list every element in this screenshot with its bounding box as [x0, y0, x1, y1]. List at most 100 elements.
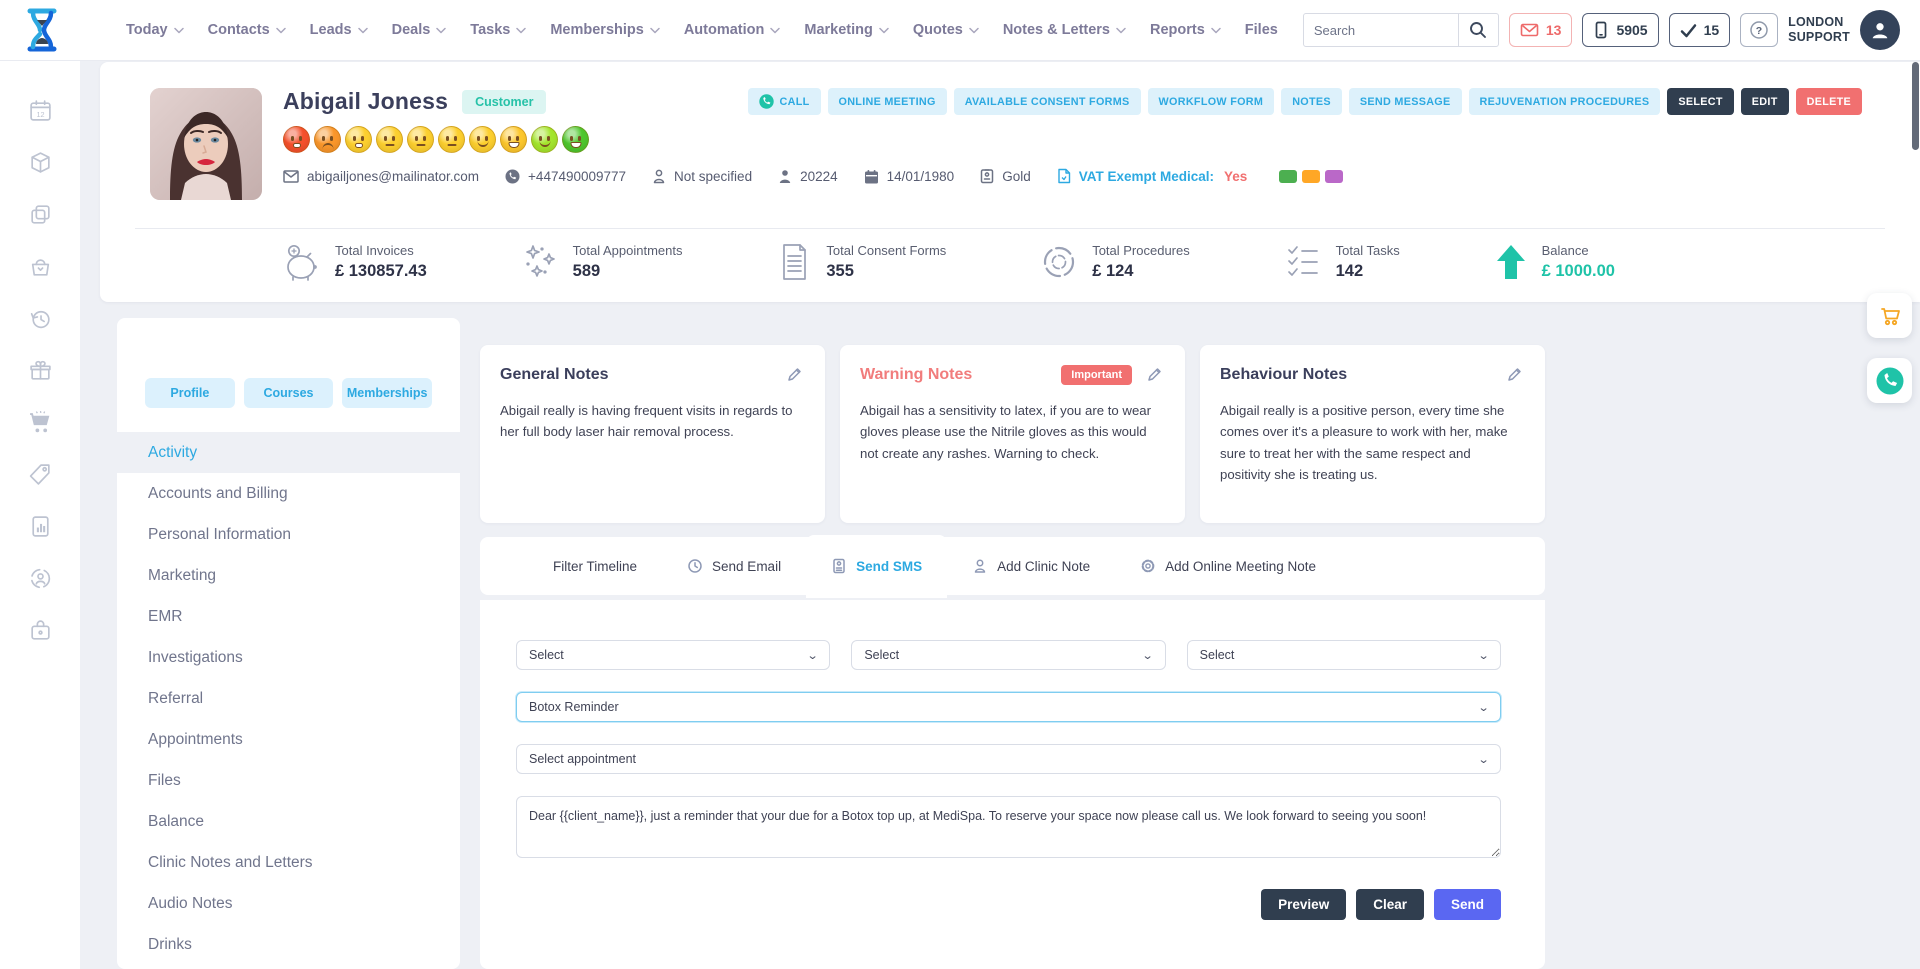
whatsapp-phone-icon [1875, 366, 1905, 396]
color-tag[interactable] [1302, 170, 1320, 183]
color-tag[interactable] [1325, 170, 1343, 183]
emoji-face[interactable] [469, 126, 496, 153]
page-scrollbar-thumb[interactable] [1912, 62, 1919, 150]
sidebar-item-referral[interactable]: Referral [117, 678, 460, 719]
clear-button[interactable]: Clear [1356, 889, 1424, 920]
sidebar-item-files[interactable]: Files [117, 760, 460, 801]
nav-item-marketing[interactable]: Marketing [804, 22, 889, 38]
user-avatar[interactable] [1860, 10, 1900, 50]
color-tag[interactable] [1279, 170, 1297, 183]
edit-behaviour-notes-button[interactable] [1504, 364, 1525, 385]
sidebar-item-emr[interactable]: EMR [117, 596, 460, 637]
nav-item-notes-letters[interactable]: Notes & Letters [1003, 22, 1126, 38]
nav-item-contacts[interactable]: Contacts [208, 22, 286, 38]
tab-add-online-meeting-note[interactable]: Add Online Meeting Note [1115, 537, 1341, 595]
reports-chart-icon[interactable] [28, 514, 53, 539]
edit-button[interactable]: EDIT [1741, 88, 1789, 115]
tasks-done-badge[interactable]: 15 [1669, 13, 1731, 47]
app-logo[interactable] [24, 7, 60, 53]
sms-select-1[interactable]: Select⌄ [516, 640, 830, 670]
sms-message-textarea[interactable]: Dear {{client_name}}, just a reminder th… [516, 796, 1501, 858]
chevron-down-icon [436, 27, 446, 34]
mail-notifications-badge[interactable]: 13 [1509, 13, 1573, 47]
emoji-face[interactable] [376, 126, 403, 153]
available-consent-forms-button[interactable]: AVAILABLE CONSENT FORMS [954, 88, 1141, 115]
tab-courses[interactable]: Courses [244, 378, 334, 408]
pencil-icon [1146, 366, 1163, 383]
nav-item-memberships[interactable]: Memberships [550, 22, 659, 38]
sidebar-item-drinks[interactable]: Drinks [117, 924, 460, 965]
nav-item-leads[interactable]: Leads [310, 22, 368, 38]
sms-select-2[interactable]: Select⌄ [851, 640, 1165, 670]
send-message-button[interactable]: SEND MESSAGE [1349, 88, 1462, 115]
sidebar-item-investigations[interactable]: Investigations [117, 637, 460, 678]
emoji-face[interactable] [283, 126, 310, 153]
tab-filter-timeline[interactable]: Filter Timeline [528, 537, 662, 595]
rejuvenation-procedures-button[interactable]: REJUVENATION PROCEDURES [1469, 88, 1661, 115]
emoji-face[interactable] [314, 126, 341, 153]
pages-copy-icon[interactable] [28, 202, 53, 227]
floating-whatsapp-button[interactable] [1867, 358, 1912, 403]
emoji-face[interactable] [407, 126, 434, 153]
tab-profile[interactable]: Profile [145, 378, 235, 408]
behaviour-notes-card: Behaviour Notes Abigail really is a posi… [1200, 345, 1545, 523]
delete-button[interactable]: DELETE [1796, 88, 1862, 115]
edit-warning-notes-button[interactable] [1144, 364, 1165, 385]
emoji-face[interactable] [531, 126, 558, 153]
tab-send-email[interactable]: Send Email [662, 537, 806, 595]
sidebar-item-accounts-billing[interactable]: Accounts and Billing [117, 473, 460, 514]
cart-icon[interactable] [28, 410, 53, 435]
sms-select-3[interactable]: Select⌄ [1187, 640, 1501, 670]
gift-icon[interactable] [28, 358, 53, 383]
call-button[interactable]: CALL [748, 88, 821, 115]
history-icon[interactable] [28, 306, 53, 331]
emoji-face[interactable] [500, 126, 527, 153]
floating-cart-button[interactable] [1867, 293, 1912, 338]
nav-item-reports[interactable]: Reports [1150, 22, 1221, 38]
price-tag-icon[interactable] [28, 462, 53, 487]
search-input[interactable] [1304, 23, 1458, 38]
case-lock-icon[interactable] [28, 618, 53, 643]
basket-icon[interactable] [28, 254, 53, 279]
preview-button[interactable]: Preview [1261, 889, 1346, 920]
nav-item-tasks[interactable]: Tasks [470, 22, 526, 38]
notes-button[interactable]: NOTES [1281, 88, 1342, 115]
sidebar-item-clinic-notes-letters[interactable]: Clinic Notes and Letters [117, 842, 460, 883]
sidebar-item-balance[interactable]: Balance [117, 801, 460, 842]
panel-list: Activity Accounts and Billing Personal I… [117, 432, 460, 965]
workflow-form-button[interactable]: WORKFLOW FORM [1148, 88, 1275, 115]
help-button[interactable]: ? [1740, 13, 1778, 47]
sidebar-item-audio-notes[interactable]: Audio Notes [117, 883, 460, 924]
tab-memberships[interactable]: Memberships [342, 378, 432, 408]
sidebar-item-marketing[interactable]: Marketing [117, 555, 460, 596]
emoji-face[interactable] [562, 126, 589, 153]
products-cube-icon[interactable] [28, 150, 53, 175]
emoji-row [283, 126, 1343, 153]
emoji-face[interactable] [438, 126, 465, 153]
select-button[interactable]: SELECT [1667, 88, 1733, 115]
appointment-select[interactable]: Select appointment⌄ [516, 744, 1501, 774]
left-icon-sidebar: 12 [0, 60, 80, 969]
nav-item-files[interactable]: Files [1245, 22, 1278, 38]
emoji-face[interactable] [345, 126, 372, 153]
online-meeting-button[interactable]: ONLINE MEETING [828, 88, 947, 115]
nav-item-today[interactable]: Today [126, 22, 184, 38]
chevron-down-icon: ⌄ [1477, 753, 1489, 766]
nav-item-automation[interactable]: Automation [684, 22, 781, 38]
search-button[interactable] [1458, 14, 1498, 46]
edit-general-notes-button[interactable] [784, 364, 805, 385]
account-sync-icon[interactable] [28, 566, 53, 591]
phone-notifications-badge[interactable]: 5905 [1582, 13, 1658, 47]
sidebar-item-activity[interactable]: Activity [117, 432, 460, 473]
emoji-mouth [539, 141, 550, 147]
tab-send-sms[interactable]: Send SMS [806, 535, 947, 598]
calendar-icon[interactable]: 12 [28, 98, 53, 123]
sms-template-select[interactable]: Botox Reminder⌄ [516, 692, 1501, 722]
send-button[interactable]: Send [1434, 889, 1501, 920]
nav-item-quotes[interactable]: Quotes [913, 22, 979, 38]
tab-add-clinic-note[interactable]: Add Clinic Note [947, 537, 1115, 595]
sidebar-item-personal-information[interactable]: Personal Information [117, 514, 460, 555]
nav-item-deals[interactable]: Deals [392, 22, 447, 38]
chevron-down-icon [879, 27, 889, 34]
sidebar-item-appointments[interactable]: Appointments [117, 719, 460, 760]
